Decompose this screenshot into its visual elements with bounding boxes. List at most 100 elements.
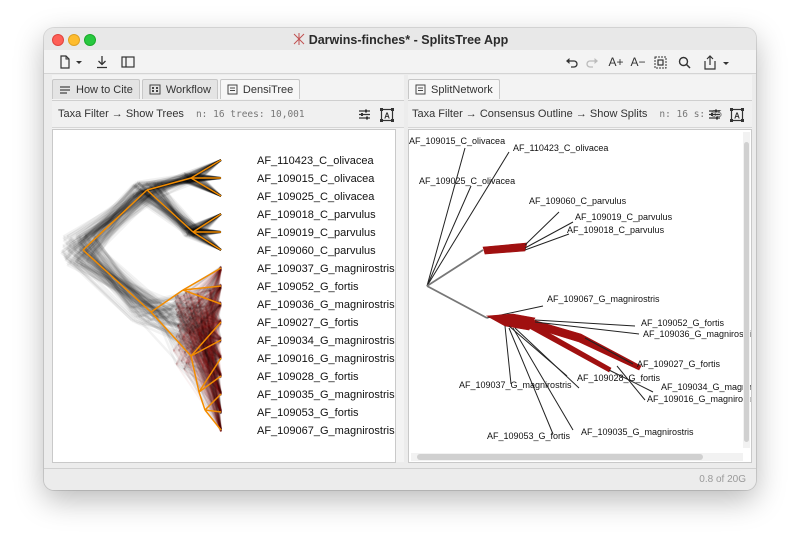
undo-button[interactable] [564,53,580,71]
document-icon [415,84,426,95]
network-taxon-label[interactable]: AF_109060_C_parvulus [529,196,627,206]
network-edge [524,211,560,246]
title-bar: Darwins-finches* - SplitsTree App [44,28,756,50]
increase-font-label: A+ [608,55,624,69]
format-text-icon: A [380,108,394,122]
left-format-button[interactable]: A [380,108,394,125]
tree-cloud [60,159,222,433]
workflow-icon [149,84,161,95]
taxon-label[interactable]: AF_109037_G_magnirostris [257,263,395,275]
network-labels: AF_109015_C_olivacea AF_110423_C_olivacea… [409,136,756,441]
network-taxon-label[interactable]: AF_109018_C_parvulus [567,225,665,235]
split-band [482,242,528,255]
network-taxon-label[interactable]: AF_109036_G_magnirostris [643,329,756,339]
left-tab-bar: How to Cite Workflow DensiTree [52,79,301,99]
tab-how-to-cite-label: How to Cite [76,83,133,96]
search-icon [678,56,691,69]
network-edge [426,151,510,287]
sidebar-icon [121,56,135,68]
network-taxon-label[interactable]: AF_109067_G_magnirostris [547,294,660,304]
taxon-label[interactable]: AF_109015_C_olivacea [257,173,375,185]
main-toolbar: A+ A− [44,50,756,74]
right-format-button[interactable]: A [730,108,744,125]
right-tab-bar: SplitNetwork [408,79,500,99]
network-taxon-label[interactable]: AF_109037_G_magnirostris [459,380,572,390]
tab-densitree[interactable]: DensiTree [219,79,301,99]
tab-splitnetwork-label: SplitNetwork [431,83,493,96]
download-button[interactable] [94,53,110,71]
sliders-icon [709,109,720,120]
tab-workflow[interactable]: Workflow [141,79,218,99]
taxa-labels: AF_110423_C_olivacea AF_109015_C_olivacea… [257,155,395,437]
taxon-label[interactable]: AF_109027_G_fortis [257,317,359,329]
toggle-sidebar-button[interactable] [120,53,136,71]
export-menu-button[interactable] [700,53,736,71]
vertical-scrollbar-thumb[interactable] [744,142,749,442]
network-taxon-label[interactable]: AF_109027_G_fortis [637,359,721,369]
network-taxon-label[interactable]: AF_109019_C_parvulus [575,212,673,222]
increase-font-button[interactable]: A+ [606,53,626,71]
taxon-label[interactable]: AF_109025_C_olivacea [257,191,375,203]
window-title-text: Darwins-finches* - SplitsTree App [308,33,509,47]
taxon-label[interactable]: AF_109036_G_magnirostris [257,299,395,311]
taxon-label[interactable]: AF_109052_G_fortis [257,281,359,293]
network-taxon-label[interactable]: AF_109053_G_fortis [487,431,571,441]
right-settings-button[interactable] [708,108,721,124]
sliders-icon [359,109,370,120]
app-window: Darwins-finches* - SplitsTree App A+ A− … [44,28,756,490]
decrease-font-label: A− [630,55,646,69]
redo-icon [586,58,598,68]
tab-splitnetwork[interactable]: SplitNetwork [408,79,500,99]
tab-workflow-label: Workflow [165,83,211,96]
download-icon [97,56,107,69]
new-file-icon [60,55,82,69]
network-taxon-label[interactable]: AF_110423_C_olivacea [513,143,608,153]
taxon-label[interactable]: AF_109016_G_magnirostris [257,353,395,365]
network-edge [426,285,488,319]
network-taxon-label[interactable]: AF_109035_G_magnirostris [581,427,694,437]
densitree-canvas[interactable]: AF_110423_C_olivacea AF_109015_C_olivacea… [52,129,396,463]
taxon-label[interactable]: AF_109018_C_parvulus [257,209,376,221]
decrease-font-button[interactable]: A− [628,53,648,71]
svg-text:A: A [384,112,390,121]
network-taxon-label[interactable]: AF_109015_C_olivacea [409,136,505,146]
svg-text:A: A [734,112,740,121]
undo-icon [566,58,578,68]
network-taxon-label[interactable]: AF_109052_G_fortis [641,318,725,328]
densitree-plot[interactable]: AF_110423_C_olivacea AF_109015_C_olivacea… [53,130,395,462]
left-settings-button[interactable] [358,108,371,124]
network-taxon-label[interactable]: AF_109025_C_olivacea [419,176,515,186]
right-info-bar: Taxa Filter → Consensus Outline → Show S… [408,100,752,128]
taxon-label[interactable]: AF_109067_G_magnirostris [257,425,395,437]
taxon-label[interactable]: AF_109060_C_parvulus [257,245,376,257]
new-file-menu-button[interactable] [56,53,86,71]
menu-lines-icon [59,85,71,95]
taxon-label[interactable]: AF_109035_G_magnirostris [257,389,395,401]
find-button[interactable] [676,53,692,71]
network-edge [504,325,512,385]
taxon-label[interactable]: AF_109034_G_magnirostris [257,335,395,347]
window-title: Darwins-finches* - SplitsTree App [44,32,756,47]
network-taxon-label[interactable]: AF_109028_G_fortis [577,373,661,383]
taxon-label[interactable]: AF_109053_G_fortis [257,407,359,419]
taxon-label[interactable]: AF_110423_C_olivacea [257,155,374,167]
network-edge [616,365,646,401]
share-icon [704,54,729,70]
document-icon [227,84,238,95]
redo-button[interactable] [584,53,600,71]
network-edges [426,147,654,435]
left-info-bar: Taxa Filter → Show Trees n: 16 trees: 10… [52,100,404,128]
horizontal-scrollbar-thumb[interactable] [417,454,703,460]
zoom-to-fit-button[interactable] [652,53,668,71]
left-panel: How to Cite Workflow DensiTree Taxa Filt… [52,75,404,463]
taxon-label[interactable]: AF_109019_C_parvulus [257,227,376,239]
right-breadcrumb: Taxa Filter → Consensus Outline → Show S… [412,108,648,120]
split-network-plot[interactable]: AF_109015_C_olivacea AF_110423_C_olivacea… [409,130,756,462]
tab-densitree-label: DensiTree [242,83,294,96]
splitnetwork-canvas[interactable]: AF_109015_C_olivacea AF_110423_C_olivacea… [408,129,756,463]
taxon-label[interactable]: AF_109028_G_fortis [257,371,359,383]
tab-how-to-cite[interactable]: How to Cite [52,79,140,99]
left-breadcrumb: Taxa Filter → Show Trees [58,108,184,120]
network-taxon-label[interactable]: AF_109034_G_magnirostris [661,382,756,392]
network-taxon-label[interactable]: AF_109016_G_magnirostris [647,394,756,404]
